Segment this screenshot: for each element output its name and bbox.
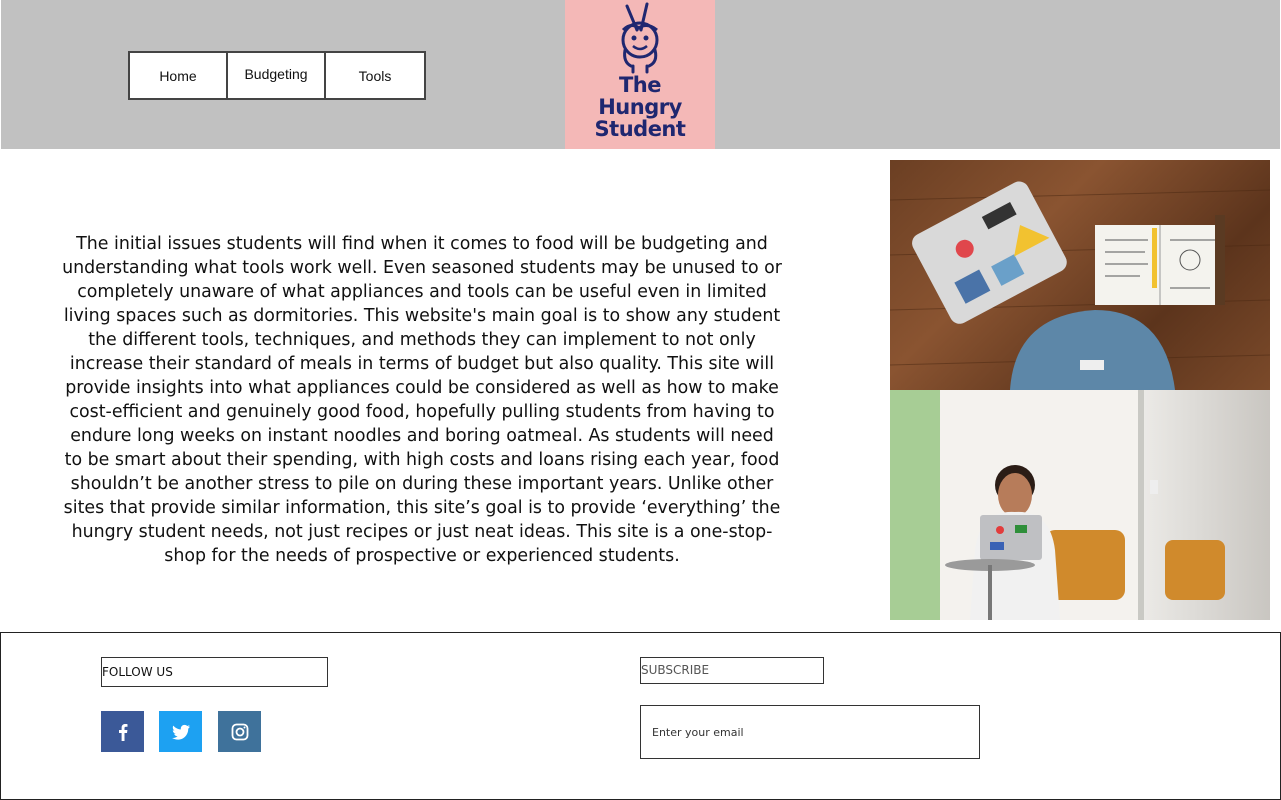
nav-budgeting[interactable]: Budgeting <box>228 53 326 98</box>
logo-wordmark: The Hungry Student <box>594 73 686 141</box>
instagram-button[interactable] <box>218 711 261 752</box>
follow-us-label: FOLLOW US <box>101 657 328 687</box>
facebook-icon <box>118 723 127 741</box>
twitter-icon <box>171 724 190 740</box>
stressed-student-photo <box>890 390 1270 620</box>
site-logo[interactable]: The Hungry Student <box>565 0 715 149</box>
laptop-notebook-photo <box>890 160 1270 390</box>
nav-tools[interactable]: Tools <box>326 53 424 98</box>
main-nav: Home Budgeting Tools <box>128 51 426 100</box>
subscribe-label: SUBSCRIBE <box>640 657 824 684</box>
instagram-icon <box>231 723 248 740</box>
twitter-button[interactable] <box>159 711 202 752</box>
email-input[interactable] <box>640 705 980 759</box>
nav-home[interactable]: Home <box>130 53 228 98</box>
noodle-bowl-mascot-icon <box>621 2 659 74</box>
facebook-button[interactable] <box>101 711 144 752</box>
intro-paragraph: The initial issues students will find wh… <box>62 234 782 566</box>
